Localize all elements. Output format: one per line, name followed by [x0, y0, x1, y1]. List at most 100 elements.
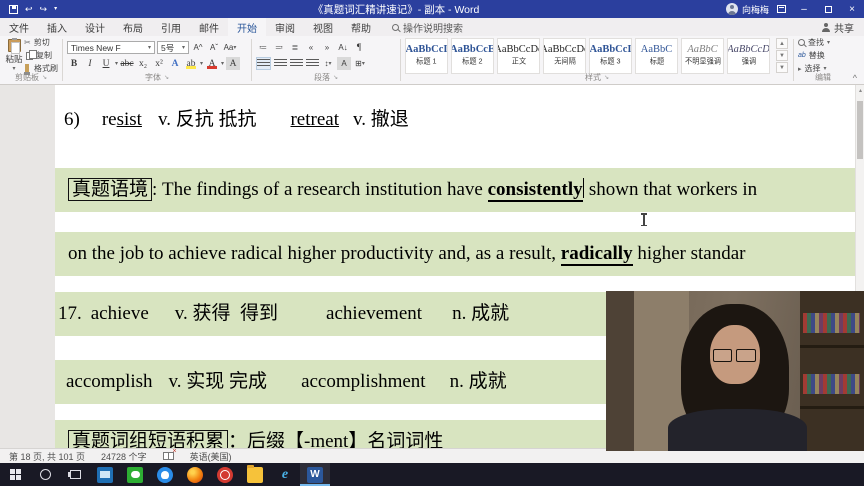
tab-help[interactable]: 帮助: [342, 18, 380, 36]
highlight-dropdown-icon[interactable]: ▾: [200, 61, 203, 67]
font-color-icon[interactable]: A: [205, 57, 219, 70]
style-item-heading2[interactable]: AaBbCcE 标题 2: [451, 37, 494, 74]
style-item-heading1[interactable]: AaBbCcI 标题 1: [405, 37, 448, 74]
copy-icon: [26, 49, 37, 60]
character-shading-icon[interactable]: A: [226, 57, 241, 70]
change-case-icon[interactable]: Aa ▾: [223, 41, 237, 54]
vocab-line-resist: 6) resist v. 反抗 抵抗 retreat v. 撤退: [55, 100, 855, 140]
tab-review[interactable]: 审阅: [266, 18, 304, 36]
font-color-dropdown-icon[interactable]: ▾: [221, 61, 224, 67]
underline-icon[interactable]: U: [99, 57, 113, 70]
redo-icon[interactable]: ↪: [40, 4, 48, 14]
superscript-icon[interactable]: x²: [152, 57, 166, 70]
undo-icon[interactable]: ↩: [25, 4, 33, 14]
title-bar-right: 向梅梅 – ×: [725, 0, 864, 18]
user-avatar[interactable]: [725, 3, 738, 15]
taskbar-wechat[interactable]: [120, 463, 150, 486]
increase-indent-icon[interactable]: »: [320, 41, 334, 54]
align-left-icon[interactable]: [256, 57, 271, 70]
taskbar-firefox[interactable]: [180, 463, 210, 486]
dialog-launcher-icon[interactable]: ↘: [164, 74, 169, 81]
style-item-emphasis[interactable]: AaBbCcD 强调: [727, 37, 770, 74]
styles-scroll-down-icon[interactable]: ▼: [776, 50, 788, 61]
style-item-no-spacing[interactable]: AaBbCcDc无间隔: [543, 37, 586, 74]
start-button[interactable]: [0, 463, 30, 486]
page-indicator[interactable]: 第 18 页, 共 101 页: [9, 450, 85, 463]
tab-view[interactable]: 视图: [304, 18, 342, 36]
tab-file[interactable]: 文件: [0, 18, 38, 36]
dialog-launcher-icon[interactable]: ↘: [333, 74, 338, 81]
taskbar-file-explorer[interactable]: [240, 463, 270, 486]
font-name-select[interactable]: Times New F ▾: [67, 41, 155, 54]
bold-icon[interactable]: B: [67, 57, 81, 70]
align-center-icon[interactable]: [273, 57, 287, 70]
taskbar-ie-browser[interactable]: e: [270, 463, 300, 486]
proofing-errors-icon[interactable]: [162, 448, 177, 460]
tab-mailings[interactable]: 邮件: [190, 18, 228, 36]
word-accomplishment: accomplishment: [301, 371, 426, 392]
text-effects-icon[interactable]: A: [168, 57, 182, 70]
numbering-icon[interactable]: ≕: [272, 41, 286, 54]
font-size-select[interactable]: 5号 ▾: [157, 41, 189, 54]
tab-design[interactable]: 设计: [76, 18, 114, 36]
style-item-normal[interactable]: AaBbCcDc正文: [497, 37, 540, 74]
shading-icon[interactable]: A: [337, 57, 351, 70]
style-item-subtle-emphasis[interactable]: AaBbC 不明显强调: [681, 37, 724, 74]
copy-button[interactable]: 复制: [24, 49, 58, 61]
tell-me-search[interactable]: 操作说明搜索: [392, 18, 463, 36]
task-view-button[interactable]: [60, 463, 90, 486]
cortana-search-button[interactable]: [30, 463, 60, 486]
style-item-title[interactable]: AaBbC 标题: [635, 37, 678, 74]
sort-icon[interactable]: A↓: [336, 41, 350, 54]
tab-references[interactable]: 引用: [152, 18, 190, 36]
paste-button[interactable]: 粘贴 ▾: [4, 38, 24, 72]
borders-icon[interactable]: ⊞ ▾: [353, 57, 367, 70]
tab-layout[interactable]: 布局: [114, 18, 152, 36]
align-right-icon[interactable]: [289, 57, 303, 70]
dialog-launcher-icon[interactable]: ↘: [604, 74, 609, 81]
replace-button[interactable]: ab 替换: [798, 50, 830, 61]
strikethrough-icon[interactable]: abc: [120, 57, 134, 70]
taskbar-word-active[interactable]: W: [300, 463, 330, 486]
shrink-font-icon[interactable]: Aˇ: [207, 41, 221, 54]
cut-button[interactable]: ✂ 剪切: [24, 37, 58, 48]
maximize-button[interactable]: [816, 0, 840, 18]
scrollbar-thumb[interactable]: [857, 101, 863, 159]
taskbar-netease-music[interactable]: [210, 463, 240, 486]
italic-icon[interactable]: I: [83, 57, 97, 70]
grow-font-icon[interactable]: A^: [191, 41, 205, 54]
taskbar-tim-chat[interactable]: [150, 463, 180, 486]
close-button[interactable]: ×: [840, 0, 864, 18]
tab-insert[interactable]: 插入: [38, 18, 76, 36]
line-spacing-icon[interactable]: ↕ ▾: [321, 57, 335, 70]
definition: v. 获得 得到: [174, 303, 279, 324]
language-indicator[interactable]: 英语(美国): [190, 450, 232, 463]
show-formatting-marks-icon[interactable]: ¶: [352, 41, 366, 54]
dialog-launcher-icon[interactable]: ↘: [42, 74, 47, 81]
collapse-ribbon-icon[interactable]: ^: [853, 74, 857, 83]
cortana-icon: [39, 469, 51, 480]
decrease-indent-icon[interactable]: «: [304, 41, 318, 54]
search-icon: [392, 23, 399, 31]
ribbon-display-options-icon[interactable]: [777, 5, 786, 13]
tab-home[interactable]: 开始: [228, 18, 266, 36]
paragraph-group-label: 段落: [313, 73, 330, 82]
user-name[interactable]: 向梅梅: [742, 3, 769, 16]
taskbar-monitor-app[interactable]: [90, 463, 120, 486]
styles-scroll-up-icon[interactable]: ▲: [776, 38, 788, 49]
share-button[interactable]: 共享: [811, 18, 864, 36]
style-item-heading3[interactable]: AaBbCcI 标题 3: [589, 37, 632, 74]
highlight-color-icon[interactable]: ab: [184, 57, 198, 70]
find-button[interactable]: 查找 ▾: [798, 37, 830, 48]
minimize-button[interactable]: –: [792, 0, 816, 18]
underline-dropdown-icon[interactable]: ▾: [115, 61, 118, 67]
word-count[interactable]: 24728 个字: [101, 450, 147, 463]
qat-customize-icon[interactable]: ▾: [54, 6, 57, 12]
justify-icon[interactable]: [305, 57, 319, 70]
presenter-glasses: [713, 348, 733, 363]
scroll-up-icon[interactable]: ▴: [856, 87, 864, 95]
save-icon[interactable]: [9, 4, 18, 14]
bullets-icon[interactable]: ≔: [256, 41, 270, 54]
subscript-icon[interactable]: x₂: [136, 57, 150, 70]
multilevel-list-icon[interactable]: ≣: [288, 41, 302, 54]
